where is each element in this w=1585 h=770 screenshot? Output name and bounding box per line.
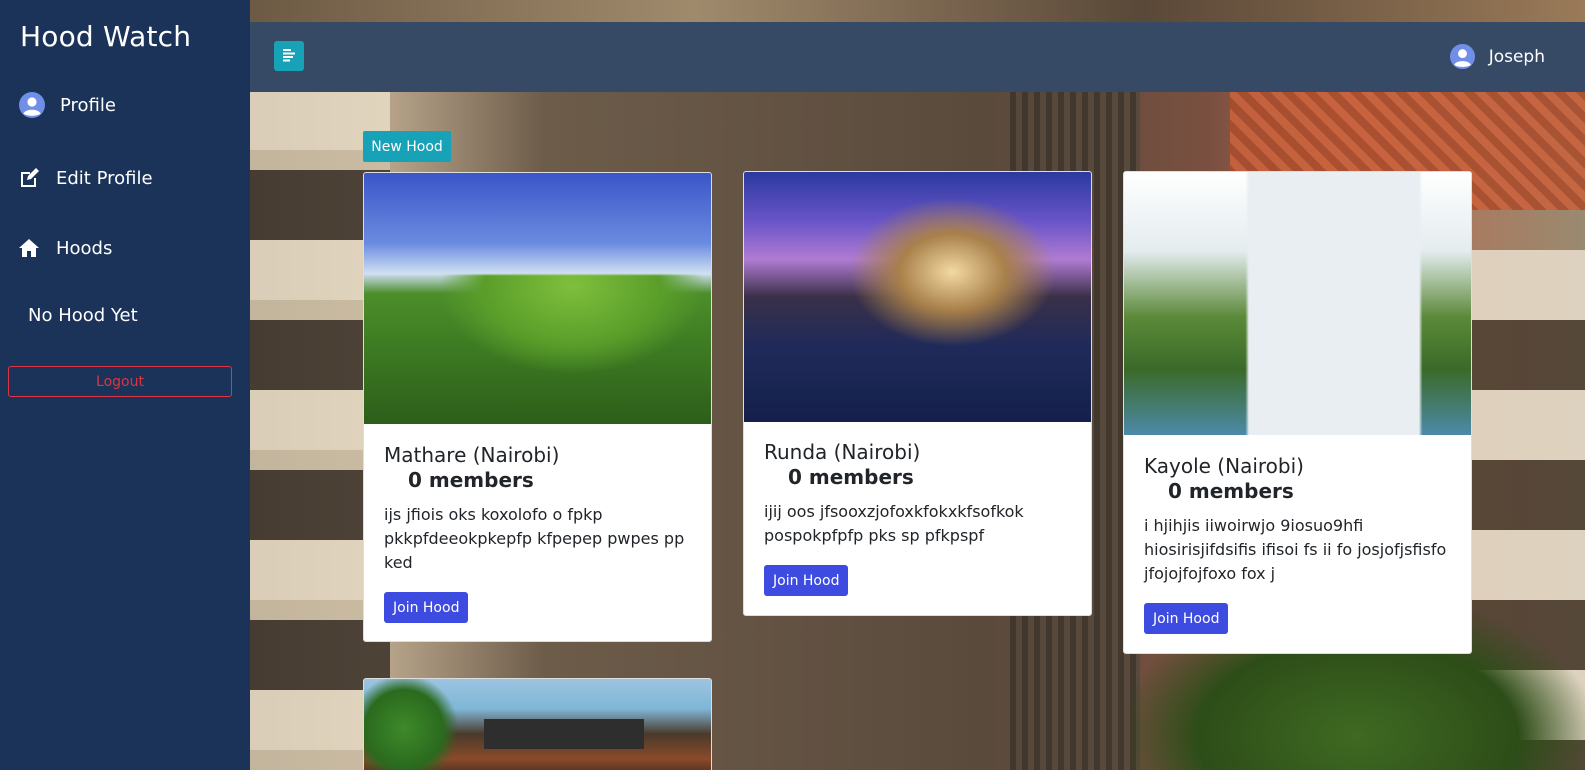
hood-description: ijs jfiois oks koxolofo o fpkp pkkpfdeeo…: [384, 505, 685, 572]
new-hood-button[interactable]: New Hood: [363, 131, 451, 162]
sidebar-item-profile[interactable]: Profile: [18, 91, 116, 119]
hood-image: [744, 172, 1091, 422]
join-hood-button[interactable]: Join Hood: [764, 565, 849, 596]
user-circle-icon: [18, 91, 46, 119]
hood-image: [364, 679, 711, 770]
sidebar-item-label: Edit Profile: [56, 167, 153, 189]
hood-members: 0 members: [788, 465, 914, 489]
home-icon: [18, 234, 40, 262]
hood-card: Mathare (Nairobi) 0 members ijs jfiois o…: [363, 172, 712, 642]
sidebar-item-hoods[interactable]: Hoods: [18, 234, 112, 262]
user-name: Joseph: [1488, 46, 1545, 67]
hood-image: [364, 173, 711, 424]
hood-members: 0 members: [1168, 479, 1294, 503]
avatar: [1449, 43, 1476, 70]
top-navbar: Joseph: [250, 22, 1585, 92]
no-hood-text: No Hood Yet: [28, 305, 138, 326]
hood-description: i hjihjis iiwoirwjo 9iosuo9hfi hiosirisj…: [1144, 516, 1447, 583]
hood-image: [1124, 172, 1471, 435]
sidebar-item-label: Hoods: [56, 237, 113, 259]
hood-card: Runda (Nairobi) 0 members ijij oos jfsoo…: [743, 171, 1092, 616]
hood-description: ijij oos jfsooxzjofoxkfokxkfsofkok pospo…: [764, 502, 1024, 545]
sidebar-item-label: Profile: [60, 94, 116, 116]
hood-title: Kayole (Nairobi): [1144, 454, 1304, 478]
hood-card: [363, 678, 712, 770]
join-hood-button[interactable]: Join Hood: [1144, 603, 1229, 634]
sidebar-item-edit-profile[interactable]: Edit Profile: [18, 164, 153, 192]
sidebar-toggle-button[interactable]: [274, 41, 304, 71]
edit-icon: [18, 164, 40, 192]
join-hood-button[interactable]: Join Hood: [384, 592, 469, 623]
align-left-icon: [282, 47, 296, 66]
logout-button[interactable]: Logout: [8, 366, 232, 397]
brand-title[interactable]: Hood Watch: [20, 20, 191, 53]
hood-title: Runda (Nairobi): [764, 440, 921, 464]
hood-card: Kayole (Nairobi) 0 members i hjihjis iiw…: [1123, 171, 1472, 654]
sidebar: Hood Watch Profile Edit Profile Hoods No…: [0, 0, 250, 770]
hood-title: Mathare (Nairobi): [384, 443, 560, 467]
hood-members: 0 members: [408, 468, 534, 492]
user-menu[interactable]: Joseph: [1449, 43, 1545, 70]
